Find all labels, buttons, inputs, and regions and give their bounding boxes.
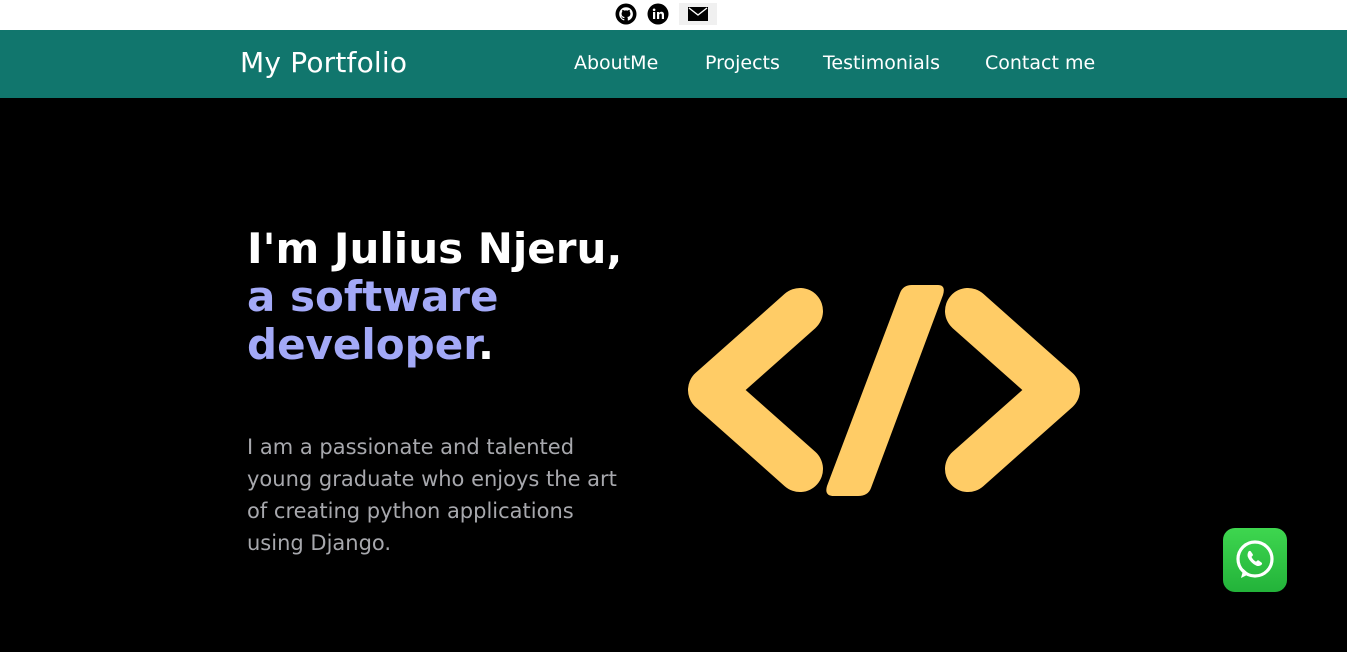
hero-headline: I'm Julius Njeru, a software developer. — [247, 225, 647, 369]
linkedin-icon[interactable] — [647, 3, 669, 25]
whatsapp-icon — [1236, 540, 1274, 578]
headline-role: a software developer — [247, 272, 499, 369]
headline-period: . — [477, 320, 494, 369]
headline-name: I'm Julius Njeru, — [247, 224, 623, 273]
whatsapp-chat-button[interactable] — [1223, 528, 1287, 592]
social-links-bar — [0, 0, 1347, 30]
hero-section: I'm Julius Njeru, a software developer. … — [0, 98, 1347, 652]
nav-link-aboutme[interactable]: AboutMe — [574, 50, 658, 76]
nav-link-projects[interactable]: Projects — [705, 50, 780, 76]
nav-link-contact[interactable]: Contact me — [985, 50, 1095, 76]
navbar: My Portfolio AboutMe Projects Testimonia… — [0, 30, 1347, 98]
nav-link-testimonials[interactable]: Testimonials — [823, 50, 940, 76]
github-icon[interactable] — [615, 3, 637, 25]
code-brackets-icon — [688, 285, 1080, 497]
brand-logo-text[interactable]: My Portfolio — [240, 44, 407, 82]
mail-icon[interactable] — [679, 3, 717, 25]
hero-intro-text: I am a passionate and talented young gra… — [247, 435, 617, 555]
